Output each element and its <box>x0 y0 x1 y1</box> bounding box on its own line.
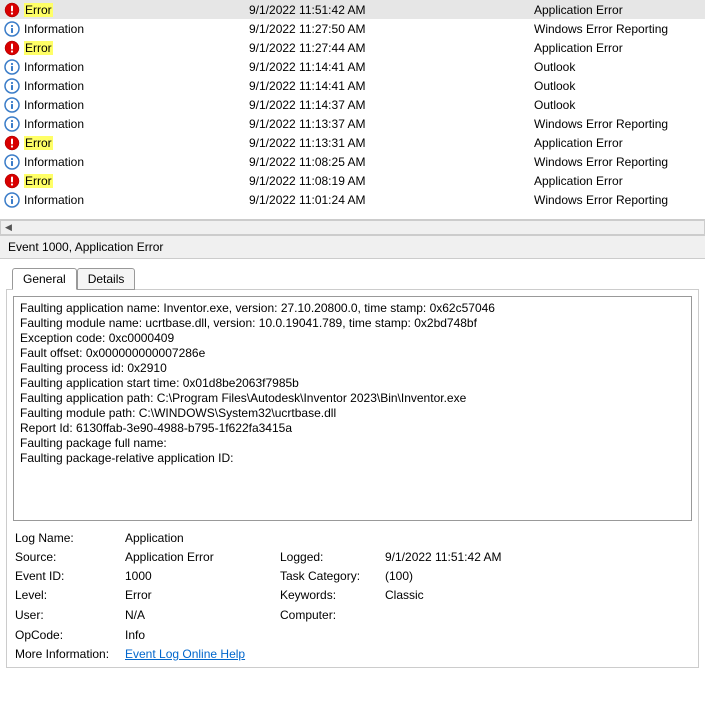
event-level: Information <box>24 60 249 74</box>
event-metadata: Log Name: Application Source: Applicatio… <box>13 531 692 661</box>
tab-strip: General Details <box>12 268 705 290</box>
event-source: Windows Error Reporting <box>534 117 705 131</box>
label-level: Level: <box>15 588 125 602</box>
info-icon <box>4 192 20 208</box>
event-level: Information <box>24 117 249 131</box>
event-level: Information <box>24 22 249 36</box>
description-line: Faulting package-relative application ID… <box>20 451 685 466</box>
event-row[interactable]: Error9/1/2022 11:13:31 AMApplication Err… <box>0 133 705 152</box>
event-date: 9/1/2022 11:13:31 AM <box>249 136 534 150</box>
description-line: Report Id: 6130ffab-3e90-4988-b795-1f622… <box>20 421 685 436</box>
value-log-name: Application <box>125 531 690 545</box>
label-log-name: Log Name: <box>15 531 125 545</box>
event-level: Error <box>24 174 249 188</box>
description-line: Faulting application start time: 0x01d8b… <box>20 376 685 391</box>
value-computer <box>385 607 690 623</box>
label-user: User: <box>15 608 125 622</box>
event-source: Application Error <box>534 41 705 55</box>
value-keywords: Classic <box>385 588 690 602</box>
event-description: Faulting application name: Inventor.exe,… <box>13 296 692 521</box>
value-user: N/A <box>125 608 280 622</box>
value-taskcat: (100) <box>385 569 690 583</box>
tab-details[interactable]: Details <box>77 268 136 290</box>
event-date: 9/1/2022 11:27:44 AM <box>249 41 534 55</box>
event-source: Windows Error Reporting <box>534 193 705 207</box>
value-logged: 9/1/2022 11:51:42 AM <box>385 550 690 564</box>
event-row[interactable]: Information9/1/2022 11:14:41 AMOutlook <box>0 76 705 95</box>
label-moreinfo: More Information: <box>15 647 125 661</box>
value-eventid: 1000 <box>125 569 280 583</box>
event-level: Error <box>24 136 249 150</box>
info-icon <box>4 59 20 75</box>
event-source: Application Error <box>534 136 705 150</box>
description-line: Faulting module name: ucrtbase.dll, vers… <box>20 316 685 331</box>
event-log-online-help-link[interactable]: Event Log Online Help <box>125 647 245 661</box>
label-opcode: OpCode: <box>15 628 125 642</box>
event-row[interactable]: Information9/1/2022 11:01:24 AMWindows E… <box>0 190 705 209</box>
event-row[interactable]: Information9/1/2022 11:14:37 AMOutlook <box>0 95 705 114</box>
event-source: Outlook <box>534 60 705 74</box>
event-date: 9/1/2022 11:14:41 AM <box>249 79 534 93</box>
horizontal-scrollbar[interactable]: ◀ <box>0 220 705 235</box>
value-opcode: Info <box>125 628 690 642</box>
event-row[interactable]: Error9/1/2022 11:51:42 AMApplication Err… <box>0 0 705 19</box>
event-source: Windows Error Reporting <box>534 22 705 36</box>
event-level: Error <box>24 41 249 55</box>
info-icon <box>4 21 20 37</box>
event-row[interactable]: Information9/1/2022 11:13:37 AMWindows E… <box>0 114 705 133</box>
label-computer: Computer: <box>280 608 385 622</box>
event-source: Outlook <box>534 98 705 112</box>
event-source: Outlook <box>534 79 705 93</box>
event-date: 9/1/2022 11:51:42 AM <box>249 3 534 17</box>
event-source: Application Error <box>534 174 705 188</box>
value-source: Application Error <box>125 550 280 564</box>
info-icon <box>4 116 20 132</box>
event-level: Information <box>24 155 249 169</box>
event-header: Event 1000, Application Error <box>0 235 705 259</box>
event-date: 9/1/2022 11:27:50 AM <box>249 22 534 36</box>
label-keywords: Keywords: <box>280 588 385 602</box>
event-date: 9/1/2022 11:08:25 AM <box>249 155 534 169</box>
label-eventid: Event ID: <box>15 569 125 583</box>
label-logged: Logged: <box>280 550 385 564</box>
description-line: Faulting process id: 0x2910 <box>20 361 685 376</box>
event-source: Application Error <box>534 3 705 17</box>
computer-redacted-box <box>385 607 610 623</box>
tab-general[interactable]: General <box>12 268 77 290</box>
description-line: Faulting application name: Inventor.exe,… <box>20 301 685 316</box>
error-icon <box>4 2 20 18</box>
event-level: Information <box>24 98 249 112</box>
description-line: Faulting package full name: <box>20 436 685 451</box>
error-icon <box>4 135 20 151</box>
event-source: Windows Error Reporting <box>534 155 705 169</box>
event-date: 9/1/2022 11:01:24 AM <box>249 193 534 207</box>
event-list[interactable]: Error9/1/2022 11:51:42 AMApplication Err… <box>0 0 705 220</box>
error-icon <box>4 40 20 56</box>
event-row[interactable]: Error9/1/2022 11:27:44 AMApplication Err… <box>0 38 705 57</box>
label-taskcat: Task Category: <box>280 569 385 583</box>
description-line: Exception code: 0xc0000409 <box>20 331 685 346</box>
error-icon <box>4 173 20 189</box>
event-level: Information <box>24 193 249 207</box>
info-icon <box>4 97 20 113</box>
event-date: 9/1/2022 11:08:19 AM <box>249 174 534 188</box>
event-date: 9/1/2022 11:14:37 AM <box>249 98 534 112</box>
event-row[interactable]: Information9/1/2022 11:14:41 AMOutlook <box>0 57 705 76</box>
event-row[interactable]: Information9/1/2022 11:08:25 AMWindows E… <box>0 152 705 171</box>
info-icon <box>4 78 20 94</box>
info-icon <box>4 154 20 170</box>
description-line: Fault offset: 0x000000000007286e <box>20 346 685 361</box>
event-level: Information <box>24 79 249 93</box>
scroll-left-icon[interactable]: ◀ <box>1 221 16 234</box>
event-date: 9/1/2022 11:14:41 AM <box>249 60 534 74</box>
description-line: Faulting application path: C:\Program Fi… <box>20 391 685 406</box>
label-source: Source: <box>15 550 125 564</box>
event-row[interactable]: Error9/1/2022 11:08:19 AMApplication Err… <box>0 171 705 190</box>
event-row[interactable]: Information9/1/2022 11:27:50 AMWindows E… <box>0 19 705 38</box>
value-level: Error <box>125 588 280 602</box>
tab-content-general: Faulting application name: Inventor.exe,… <box>6 289 699 668</box>
event-level: Error <box>24 3 249 17</box>
description-line: Faulting module path: C:\WINDOWS\System3… <box>20 406 685 421</box>
event-date: 9/1/2022 11:13:37 AM <box>249 117 534 131</box>
